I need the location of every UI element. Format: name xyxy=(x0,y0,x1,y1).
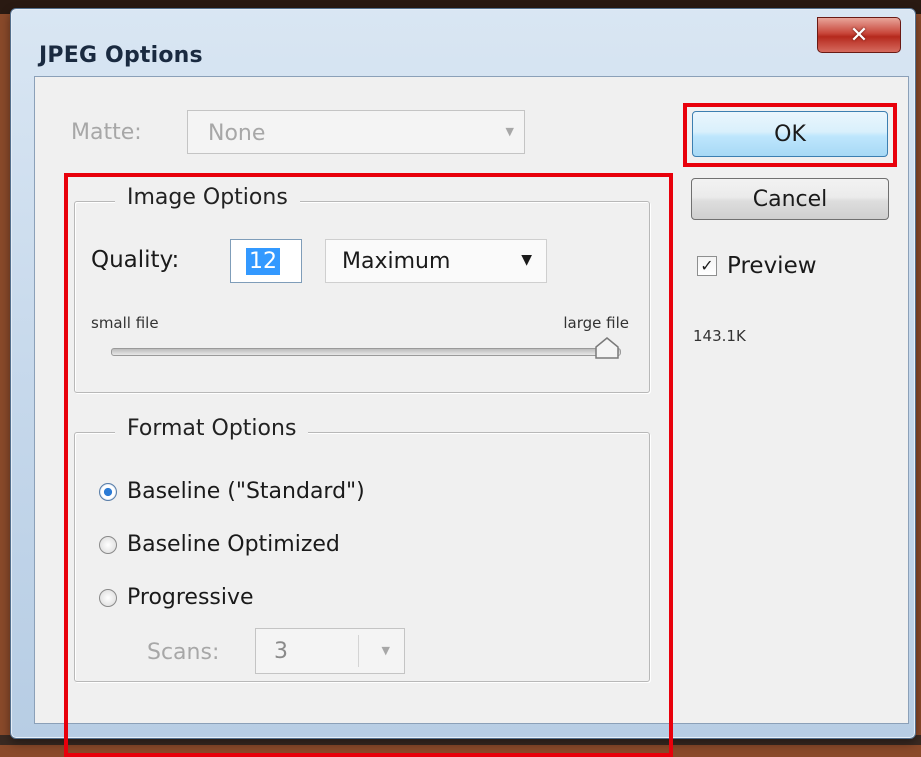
jpeg-options-dialog: JPEG Options ✕ Matte: None ▼ Image Optio… xyxy=(10,8,916,757)
cancel-button[interactable]: Cancel xyxy=(691,178,889,220)
dialog-title: JPEG Options xyxy=(39,43,203,68)
matte-label: Matte: xyxy=(71,120,142,145)
file-size-readout: 143.1K xyxy=(693,327,746,345)
close-button[interactable]: ✕ xyxy=(817,17,901,53)
chevron-down-icon: ▼ xyxy=(505,125,514,138)
ok-highlight-box xyxy=(683,103,897,167)
preview-checkbox-row[interactable]: ✓ Preview xyxy=(697,253,817,279)
preview-checkbox[interactable]: ✓ xyxy=(697,256,717,276)
preview-label: Preview xyxy=(727,253,817,279)
close-icon: ✕ xyxy=(849,22,869,48)
dialog-client-area: Matte: None ▼ Image Options Quality: 12 … xyxy=(34,76,909,757)
matte-dropdown[interactable]: None ▼ xyxy=(187,110,525,154)
matte-value: None xyxy=(208,121,266,146)
checkmark-icon: ✓ xyxy=(700,256,714,275)
options-highlight-box xyxy=(64,173,673,757)
